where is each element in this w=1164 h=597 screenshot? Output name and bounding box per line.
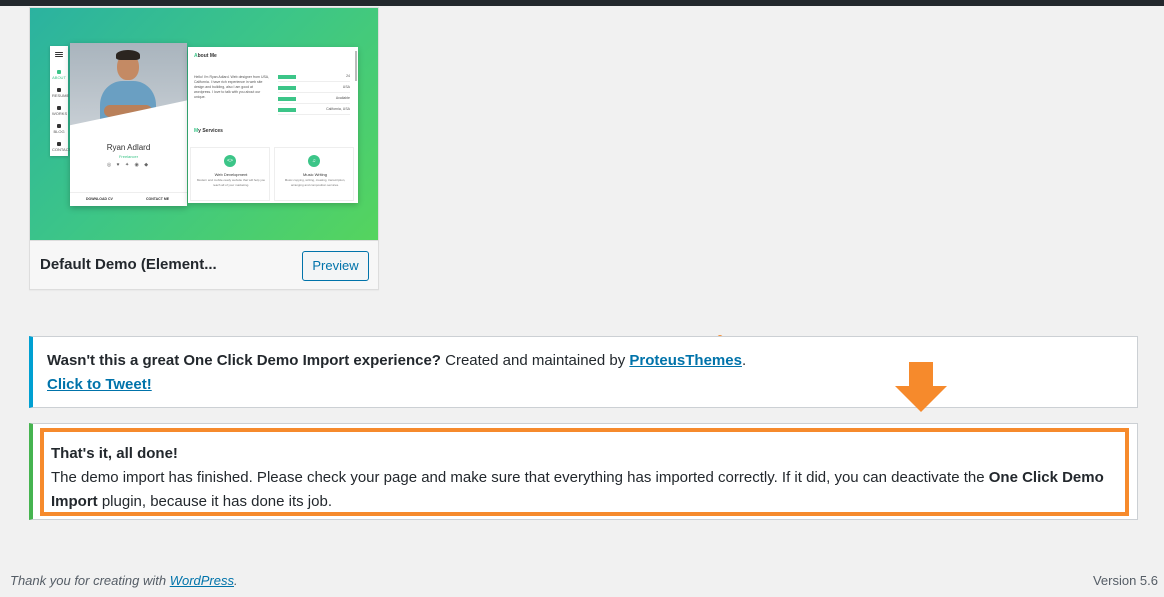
demo-screenshot[interactable]: ABOUT RESUME WORKS BLOG CONTACT Ryan Adl… [30,8,378,240]
demo-card[interactable]: ABOUT RESUME WORKS BLOG CONTACT Ryan Adl… [29,7,379,290]
click-to-tweet-link[interactable]: Click to Tweet! [47,376,152,393]
mock-about-heading: About Me [194,53,217,59]
mock-about-text: Hello! I'm Ryan Adlard. Web designer fro… [194,75,270,99]
mock-info-row: California, USA [278,107,350,115]
mock-nav-contact: CONTACT [52,142,71,152]
code-icon: <> [224,155,236,167]
demo-name: Default Demo (Element... [40,256,217,273]
mock-nav-works: WORKS [52,106,67,116]
mock-service-music: ♫ Music Writing Music copying, writing, … [274,147,354,201]
info-notice: Wasn't this a great One Click Demo Impor… [29,336,1138,408]
admin-top-bar [0,0,1164,6]
info-notice-end: . [741,352,747,369]
wordpress-link[interactable]: WordPress [170,573,234,588]
mock-info-row: 24 [278,74,350,82]
mock-social-icons: ◎ ♥ ✦ ◉ ◆ [106,162,151,168]
mock-scrollbar [355,51,357,81]
menu-icon [52,52,66,58]
footer-version: Version 5.6 [1092,573,1158,588]
success-title: That's it, all done! [51,445,178,462]
footer-thanks: Thank you for creating with WordPress. [10,573,238,588]
mock-sidebar-nav: ABOUT RESUME WORKS BLOG CONTACT [50,46,71,156]
info-notice-text: Created and maintained by [440,352,630,369]
info-notice-line: Wasn't this a great One Click Demo Impor… [47,349,1123,373]
mock-nav-blog: BLOG [52,124,66,134]
mock-contact-me: CONTACT ME [146,197,170,201]
mock-person-name: Ryan Adlard [106,143,151,152]
mock-download-cv: DOWNLOAD CV [86,197,113,201]
mock-person-role: Freelancer [118,154,139,159]
success-message: The demo import has finished. Please che… [51,469,1104,510]
preview-button[interactable]: Preview [302,251,369,281]
mock-info-row: USA [278,85,350,93]
mock-profile-card: Ryan Adlard Freelancer ◎ ♥ ✦ ◉ ◆ DOWNLOA… [70,43,187,206]
mock-info-row: Available [278,96,350,104]
arrow-down-icon [895,362,947,412]
mock-nav-resume: RESUME [52,88,69,98]
mock-nav-about: ABOUT [52,70,66,80]
success-notice: That's it, all done! The demo import has… [29,423,1138,520]
info-notice-bold: Wasn't this a great One Click Demo Impor… [47,352,441,369]
mock-service-web: <> Web Development Modern and mobile-rea… [190,147,270,201]
demo-card-footer: Default Demo (Element... Preview [30,240,378,289]
music-icon: ♫ [308,155,320,167]
profile-photo [70,43,187,129]
mock-content-panel: About Me Hello! I'm Ryan Adlard. Web des… [188,47,358,203]
mock-profile-buttons: DOWNLOAD CV CONTACT ME [70,192,187,206]
highlight-box: That's it, all done! The demo import has… [40,428,1129,516]
mock-services-heading: My Services [194,128,223,134]
proteusthemes-link[interactable]: ProteusThemes [629,352,742,369]
